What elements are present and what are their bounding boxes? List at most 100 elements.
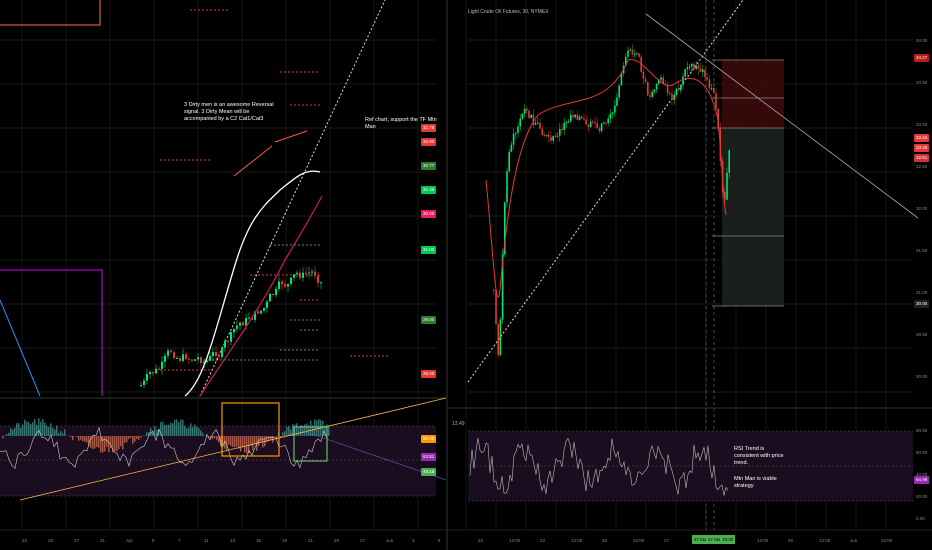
histogram-bar [178,422,180,436]
candle-body [603,122,605,124]
candle-body [218,356,220,358]
histogram-bar [190,423,192,436]
candle-body [600,123,603,131]
candle-body [618,85,620,98]
right-chart-pane[interactable]: Light Crude Oil Futures, 30, NYMEX RSI T… [448,0,932,550]
candle-body [269,293,271,302]
histogram-bar [62,433,64,436]
candle-body [605,122,607,124]
histogram-bar [108,436,110,453]
histogram-bar [82,436,84,442]
candle-body [673,95,675,101]
candle-body [642,71,645,79]
histogram-bar [26,421,28,436]
x-tick-label: 5 [438,538,441,543]
candle-body [567,121,570,123]
histogram-bar [328,425,330,436]
histogram-bar [36,424,38,436]
histogram-bar [64,429,66,436]
left-chart-canvas[interactable] [0,0,446,550]
histogram-bar [104,436,106,452]
histogram-bar [212,436,214,440]
x-tick-label: 12:00 [571,538,583,543]
histogram-bar [58,433,60,436]
candle-body [311,271,313,273]
x-tick-label: 5 [152,538,155,543]
candle-body [308,272,310,274]
orange-level-line [0,0,101,26]
indicator-tag: 80.00 [421,435,437,443]
histogram-bar [28,421,30,436]
histogram-bar [194,424,196,436]
histogram-bar [214,436,216,439]
histogram-bar [20,427,22,436]
candle-body [510,144,513,152]
y-tick-label: 30.50 [916,332,928,337]
candle-body [197,357,199,360]
candle-body [726,172,728,200]
histogram-bar [42,419,44,436]
price-tag: 30.00 [421,210,437,218]
candle-body [585,119,587,125]
histogram-bar [176,419,178,436]
candle-body [627,50,629,57]
indicator-tick-label: 60.00 [916,450,928,455]
histogram-bar [78,436,80,441]
candle-body [528,110,530,119]
red-moving-average [485,59,727,298]
candle-body [512,133,515,145]
candle-body [548,134,550,137]
candle-body [173,352,175,359]
histogram-bar [120,436,122,447]
candle-body [523,108,526,114]
candle-body [272,293,274,295]
candle-body [537,122,539,124]
red-annotation-line [274,130,308,143]
candle-body [545,134,548,136]
candle-body [191,359,193,361]
candle-body [194,359,196,361]
histogram-bar [22,424,24,436]
candle-body [596,123,598,129]
x-tick-label: 31 [100,538,106,543]
candle-body [497,324,499,355]
y-tick-label: 33.50 [916,80,928,85]
candle-body [589,121,592,128]
histogram-bar [70,436,72,438]
histogram-bar [146,432,148,436]
right-chart-canvas[interactable] [448,0,932,550]
x-tick-label: 21 [308,538,314,543]
candle-body [227,341,229,343]
candle-body [275,288,277,295]
y-tick-label: 30.00 [916,374,928,379]
candle-body [209,356,211,361]
histogram-bar [238,436,240,449]
histogram-bar [60,430,62,436]
candle-body [152,371,154,374]
histogram-bar [116,436,118,452]
indicator-tick-label: 80.00 [916,428,928,433]
price-tag: 31.36 [421,186,437,194]
histogram-bar [96,436,98,448]
candle-body [682,76,684,86]
take-profit-zone [722,128,784,306]
histogram-bar [14,427,16,436]
histogram-bar [252,436,254,451]
candle-body [556,135,559,137]
histogram-bar [50,423,52,436]
candle-body [702,69,704,72]
candle-body [170,350,172,353]
histogram-bar [236,436,238,447]
candle-body [611,112,614,114]
indicator-tag: 64.98 [914,476,930,484]
histogram-bar [122,436,124,450]
histogram-bar [44,422,46,436]
histogram-bar [298,427,300,436]
price-tag: 33.44 [914,134,930,142]
candle-body [317,275,319,283]
histogram-bar [306,423,308,436]
left-chart-pane[interactable]: 3 Dirty men is an awesome Reversal signa… [0,0,446,550]
candle-body [693,63,695,69]
price-tag: 33.40 [914,144,930,152]
histogram-bar [164,424,166,436]
